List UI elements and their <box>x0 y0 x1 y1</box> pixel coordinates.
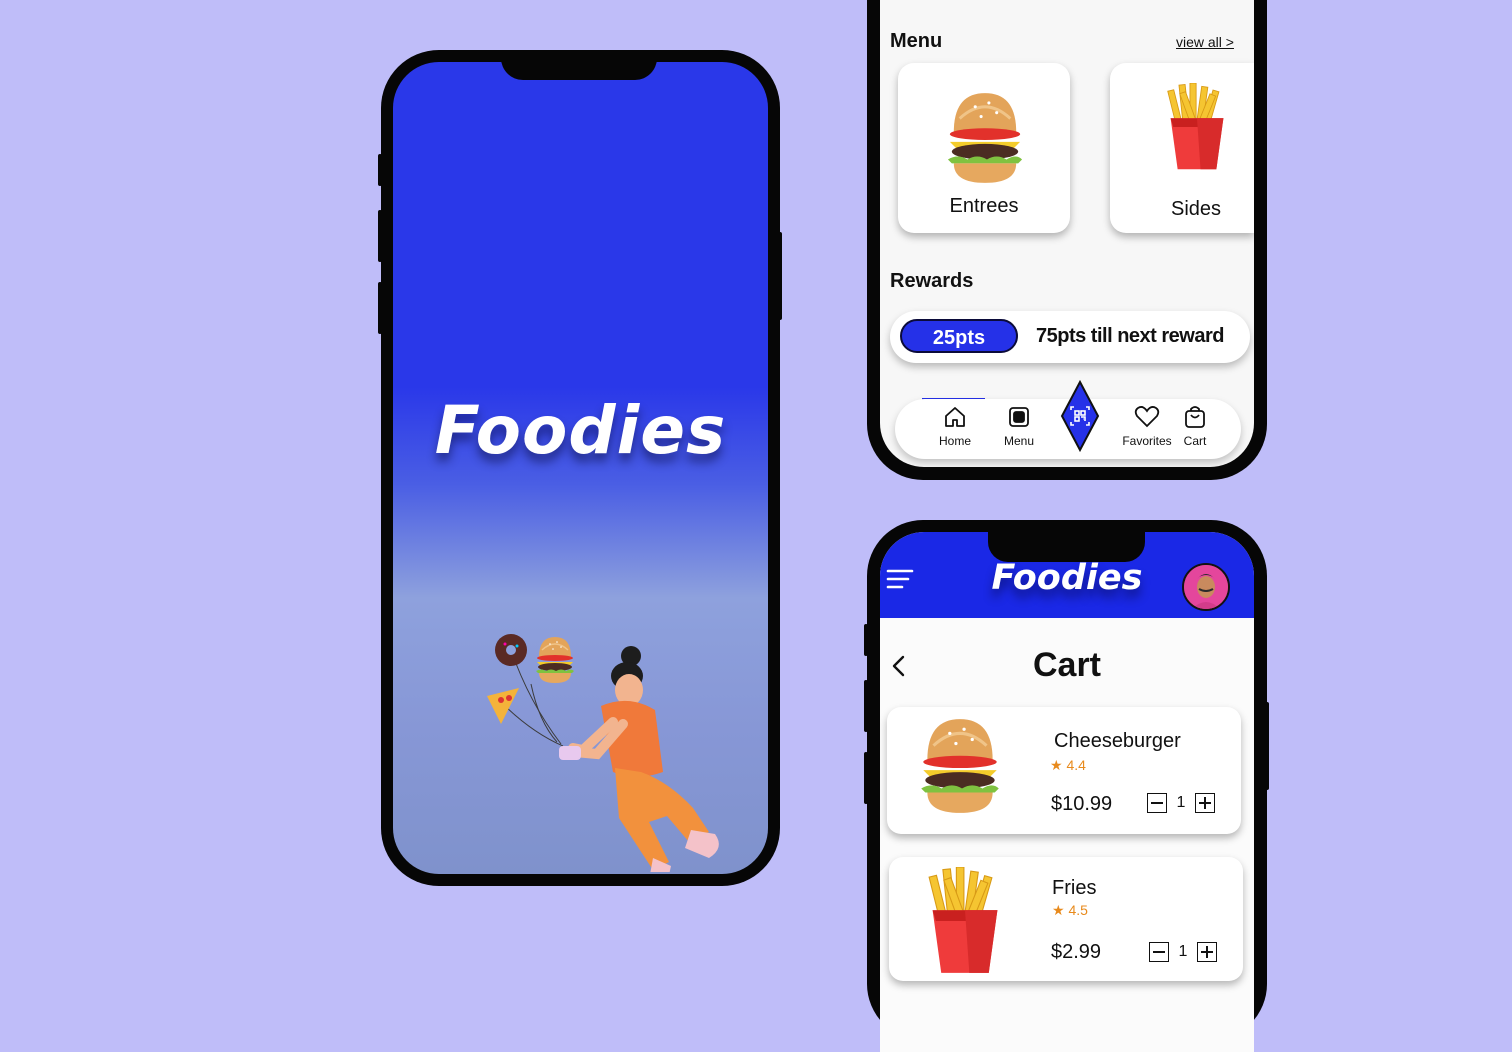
avatar-image <box>1184 565 1228 609</box>
home-icon <box>945 407 965 427</box>
page-title: Cart <box>1032 646 1102 684</box>
quantity-stepper: 1 <box>1147 793 1215 813</box>
tab-menu[interactable]: Menu <box>989 405 1049 448</box>
mute-switch <box>864 624 868 656</box>
rewards-section-title: Rewards <box>890 270 974 292</box>
tab-label: Menu <box>1003 434 1035 448</box>
splash-phone-frame: Foodies <box>378 50 782 886</box>
category-label: Entrees <box>949 195 1019 217</box>
tab-cart[interactable]: Cart <box>1165 405 1225 448</box>
volume-up-button <box>378 210 382 262</box>
volume-up-button <box>864 680 868 732</box>
avatar[interactable] <box>1182 563 1230 611</box>
fries-image <box>1167 83 1224 170</box>
volume-down-button <box>864 752 868 804</box>
category-card-entrees[interactable]: Entrees <box>898 63 1070 233</box>
menu-book-icon <box>1009 407 1029 427</box>
splash-logo: Foodies <box>434 392 727 469</box>
item-price: $10.99 <box>1051 793 1113 815</box>
qr-scan-icon[interactable] <box>1060 380 1100 452</box>
cart-screen: Foodies Cart Cheeseburger ★ 4.4 $10.99 1… <box>880 532 1254 1052</box>
decrement-button[interactable] <box>1149 942 1169 962</box>
volume-down-button <box>378 282 382 334</box>
cart-item-row: Fries ★ 4.5 $2.99 1 <box>889 857 1243 981</box>
floating-character-illustration <box>487 634 719 872</box>
decrement-button[interactable] <box>1147 793 1167 813</box>
cheeseburger-image <box>919 717 1001 815</box>
splash-screen: Foodies <box>393 62 768 874</box>
fries-image <box>928 867 999 974</box>
tab-label: Home <box>938 434 971 448</box>
heart-icon <box>1134 406 1160 428</box>
rating-value: 4.5 <box>1068 902 1088 918</box>
cart-item-row: Cheeseburger ★ 4.4 $10.99 1 <box>887 707 1241 834</box>
item-rating: ★ 4.5 <box>1052 902 1088 919</box>
quantity-stepper: 1 <box>1149 942 1217 962</box>
menu-section-title: Menu <box>890 30 943 52</box>
increment-button[interactable] <box>1197 942 1217 962</box>
star-icon: ★ <box>1052 902 1065 918</box>
burger-image <box>946 91 1024 185</box>
power-button <box>778 232 782 320</box>
star-icon: ★ <box>1050 757 1063 773</box>
item-name: Cheeseburger <box>1054 730 1181 752</box>
item-rating: ★ 4.4 <box>1050 757 1086 774</box>
rating-value: 4.4 <box>1066 757 1086 773</box>
mute-switch <box>378 154 382 186</box>
category-label: Sides <box>1170 198 1222 220</box>
item-price: $2.99 <box>1051 941 1102 963</box>
home-screen: Menu view all > Entrees Sides Rewards 25… <box>880 0 1254 467</box>
points-badge: 25pts <box>900 319 1018 353</box>
item-name: Fries <box>1052 877 1097 899</box>
view-all-link[interactable]: view all > <box>1176 34 1234 50</box>
shopping-bag-icon <box>1185 406 1205 428</box>
cart-phone-frame: Foodies Cart Cheeseburger ★ 4.4 $10.99 1… <box>864 520 1269 1052</box>
increment-button[interactable] <box>1195 793 1215 813</box>
category-card-sides[interactable]: Sides <box>1110 63 1254 233</box>
rewards-card[interactable]: 25pts 75pts till next reward <box>890 311 1250 363</box>
quantity-value: 1 <box>1178 943 1188 960</box>
tab-home[interactable]: Home <box>925 405 985 448</box>
power-button <box>1265 702 1269 790</box>
notch <box>501 50 657 80</box>
notch <box>988 532 1145 562</box>
tab-label: Cart <box>1183 434 1207 448</box>
quantity-value: 1 <box>1176 794 1186 811</box>
home-phone-frame: Menu view all > Entrees Sides Rewards 25… <box>867 0 1267 480</box>
next-reward-text: 75pts till next reward <box>1036 325 1224 347</box>
